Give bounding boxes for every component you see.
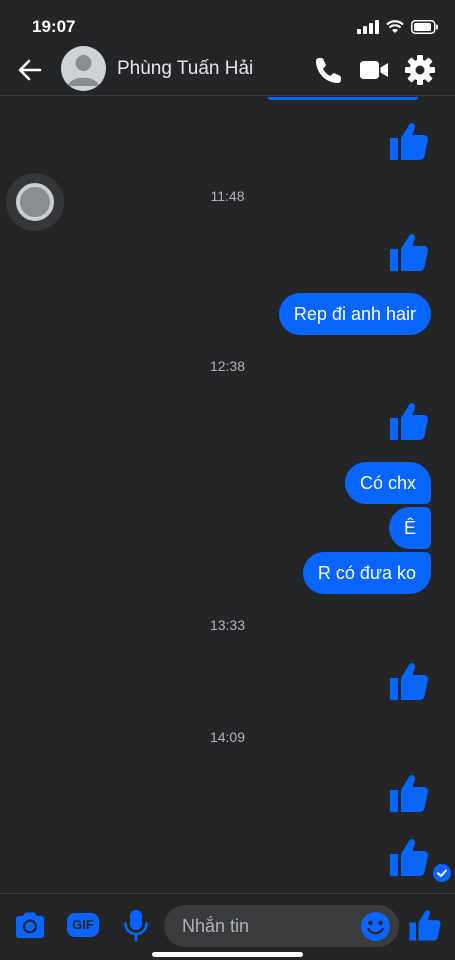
seen-check-icon [433, 864, 451, 882]
camera-icon[interactable] [13, 908, 47, 942]
like-icon [387, 119, 431, 163]
status-bar: 19:07 [0, 0, 455, 44]
message-list[interactable]: 11:48 Rep đi anh hair 12:38 Có chx Ê R c… [0, 97, 455, 893]
gif-label: GIF [72, 917, 94, 932]
message-bubble[interactable]: R có đưa ko [302, 552, 431, 594]
message-bubble[interactable]: Ê [388, 507, 431, 549]
phone-icon[interactable] [312, 54, 344, 86]
timestamp: 14:09 [209, 729, 246, 745]
timestamp: 13:33 [209, 617, 246, 633]
chat-header: Phùng Tuấn Hải [0, 44, 455, 96]
back-arrow-icon[interactable] [16, 56, 44, 84]
composer-bar: GIF [0, 893, 455, 960]
avatar[interactable] [61, 46, 106, 91]
like-icon [387, 771, 431, 815]
video-camera-icon[interactable] [358, 54, 390, 86]
like-send-button[interactable] [407, 907, 443, 943]
wifi-icon [386, 20, 404, 33]
contact-name[interactable]: Phùng Tuấn Hải [117, 58, 253, 80]
signal-icon [357, 20, 379, 34]
message-bubble[interactable]: Có chx [344, 462, 431, 504]
home-indicator [152, 952, 303, 957]
previous-bubble-edge [268, 97, 418, 100]
status-time: 19:07 [32, 17, 76, 36]
microphone-icon[interactable] [119, 908, 153, 942]
battery-icon [411, 20, 438, 34]
timestamp: 12:38 [209, 358, 246, 374]
emoji-icon[interactable] [360, 911, 391, 942]
timestamp: 11:48 [210, 188, 245, 204]
like-icon [387, 399, 431, 443]
message-bubble[interactable]: Rep đi anh hair [278, 293, 431, 335]
gear-icon[interactable] [404, 54, 436, 86]
like-icon [387, 835, 431, 879]
like-icon [387, 230, 431, 274]
default-avatar-icon [68, 55, 99, 86]
gif-button[interactable]: GIF [66, 908, 100, 942]
status-icons [357, 19, 439, 35]
like-icon [387, 659, 431, 703]
